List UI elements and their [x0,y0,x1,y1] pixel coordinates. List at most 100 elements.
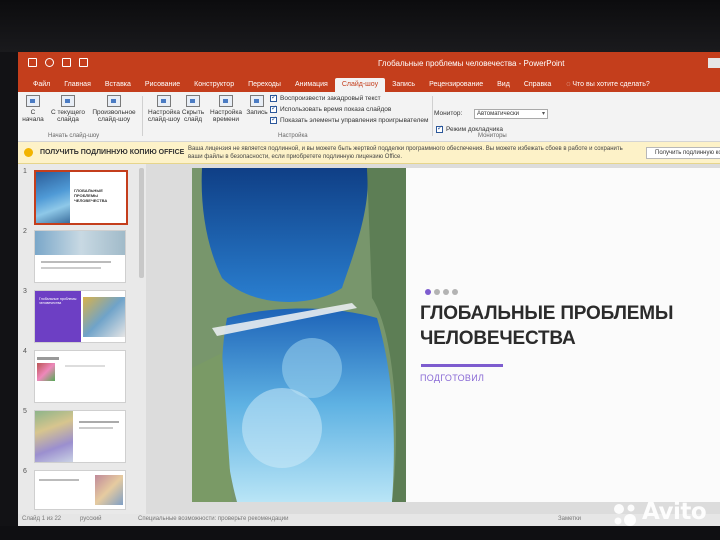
custom-show-icon [107,95,121,107]
stopwatch-icon [219,95,233,107]
window-control-button[interactable] [708,58,720,68]
setup-show-button[interactable]: Настройка слайд-шоу [145,95,183,123]
checkbox-timings-box [270,104,277,113]
checkbox-controls-box [270,115,277,124]
thumb-title: ГЛОБАЛЬНЫЕ ПРОБЛЕМЫ ЧЕЛОВЕЧЕСТВА [74,188,108,203]
warning-bulb-icon [24,148,33,157]
thumb-photo [95,475,123,505]
record-button[interactable]: Запись [244,95,270,116]
thumb-text-line [41,261,111,263]
language-indicator[interactable]: русский [80,516,102,522]
slide-thumbnail-6[interactable] [34,470,126,510]
license-message: Ваша лицензия не является подлинной, и в… [188,146,623,160]
tab-draw[interactable]: Рисование [138,81,187,92]
checkbox-narration-box [270,93,277,102]
license-title: ПОЛУЧИТЬ ПОДЛИННУЮ КОПИЮ OFFICE [40,149,185,156]
thumb-text-line [65,365,105,367]
avito-logo-icon [614,504,636,526]
setup-icon [157,95,171,107]
slide-thumbnail-2[interactable] [34,230,126,283]
group-label-monitors: Мониторы [478,133,507,139]
get-genuine-button[interactable]: Получить подлинную копию [646,147,720,159]
thumbnails-scrollbar[interactable] [139,168,144,278]
thumb-photo [37,363,55,381]
slide-thumbnails-pane: 1 ГЛОБАЛЬНЫЕ ПРОБЛЕМЫ ЧЕЛОВЕЧЕСТВА 2 3 Г… [18,164,146,514]
tab-view[interactable]: Вид [490,81,517,92]
slide-thumbnail-3[interactable]: Глобальные проблемы человечества [34,290,126,343]
monitor-bezel-left [0,52,18,526]
monitor-bezel-top [0,0,720,52]
slideshow-start-icon [26,95,40,107]
ribbon-tabs: Файл Главная Вставка Рисование Конструкт… [18,74,720,92]
slide-counter: Слайд 1 из 22 [22,516,62,522]
hide-slide-icon [186,95,200,107]
tab-help[interactable]: Справка [517,81,558,92]
checkbox-controls[interactable]: Показать элементы управления проигрывате… [270,115,428,124]
dot [425,289,431,295]
from-beginning-button[interactable]: С начала [22,95,44,123]
title-bar: Глобальные проблемы человечества - Power… [18,52,720,74]
tab-insert[interactable]: Вставка [98,81,138,92]
rehearse-timings-button[interactable]: Настройка времени [208,95,244,123]
decorative-dots [425,289,458,295]
thumb-text-line [79,427,113,429]
window-title: Глобальные проблемы человечества - Power… [378,59,565,68]
group-label-setup: Настройка [278,133,308,139]
tab-file[interactable]: Файл [26,81,57,92]
thumb-number: 6 [23,468,27,475]
thumb-number: 5 [23,408,27,415]
slide-thumbnail-1[interactable]: ГЛОБАЛЬНЫЕ ПРОБЛЕМЫ ЧЕЛОВЕЧЕСТВА [34,170,128,225]
tab-home[interactable]: Главная [57,81,98,92]
checkbox-presenter-view[interactable]: Режим докладчика [436,124,503,133]
from-current-slide-button[interactable]: С текущего слайда [48,95,88,123]
notes-button[interactable]: Заметки [558,516,581,522]
ribbon-separator [142,96,143,136]
thumb-number: 4 [23,348,27,355]
thumb-number: 1 [23,168,27,175]
title-underline [421,364,503,367]
dot [452,289,458,295]
thumb-number: 2 [23,228,27,235]
quick-access-toolbar [28,58,88,67]
tab-review[interactable]: Рецензирование [422,81,490,92]
record-icon [250,95,264,107]
slide-subtitle[interactable]: ПОДГОТОВИЛ [420,373,484,383]
tab-transitions[interactable]: Переходы [241,81,288,92]
accessibility-indicator[interactable]: Специальные возможности: проверьте реком… [138,516,288,522]
dot [443,289,449,295]
thumb-text-line [79,421,119,423]
undo-icon[interactable] [45,58,54,67]
tab-design[interactable]: Конструктор [187,81,241,92]
customize-icon[interactable] [79,58,88,67]
tell-me-search[interactable]: ◌ Что вы хотите сделать? [566,81,650,92]
monitor-bezel-bottom [0,526,720,540]
thumb-photo [36,172,70,223]
thumb-photo [83,297,125,337]
checkbox-narration[interactable]: Воспроизвести закадровый текст [270,93,381,102]
tab-animations[interactable]: Анимация [288,81,335,92]
group-label-start: Начать слайд-шоу [48,133,100,139]
slide-title[interactable]: ГЛОБАЛЬНЫЕ ПРОБЛЕМЫ ЧЕЛОВЕЧЕСТВА [420,301,720,351]
thumb-title: Глобальные проблемы человечества [39,297,77,305]
checkbox-timings[interactable]: Использовать время показа слайдов [270,104,391,113]
thumb-photo [35,411,73,462]
tab-record[interactable]: Запись [385,81,422,92]
thumb-photo [35,231,125,255]
monitor-select[interactable]: Автоматически [474,109,548,119]
hide-slide-button[interactable]: Скрыть слайд [181,95,205,123]
custom-show-button[interactable]: Произвольное слайд-шоу [90,95,138,123]
monitor-label: Монитор: [434,110,463,117]
thumb-text-line [41,267,101,269]
dot [434,289,440,295]
save-icon[interactable] [28,58,37,67]
watermark-text: Avito [642,499,707,525]
slide-aerial-photo [192,168,406,502]
current-slide[interactable]: ГЛОБАЛЬНЫЕ ПРОБЛЕМЫ ЧЕЛОВЕЧЕСТВА ПОДГОТО… [192,168,720,502]
tab-slideshow[interactable]: Слайд-шоу [334,78,386,92]
slide-thumbnail-5[interactable] [34,410,126,463]
ribbon: С начала С текущего слайда Произвольное … [18,92,720,142]
slide-thumbnail-4[interactable] [34,350,126,403]
slideshow-current-icon [61,95,75,107]
ribbon-separator [432,96,433,136]
redo-icon[interactable] [62,58,71,67]
